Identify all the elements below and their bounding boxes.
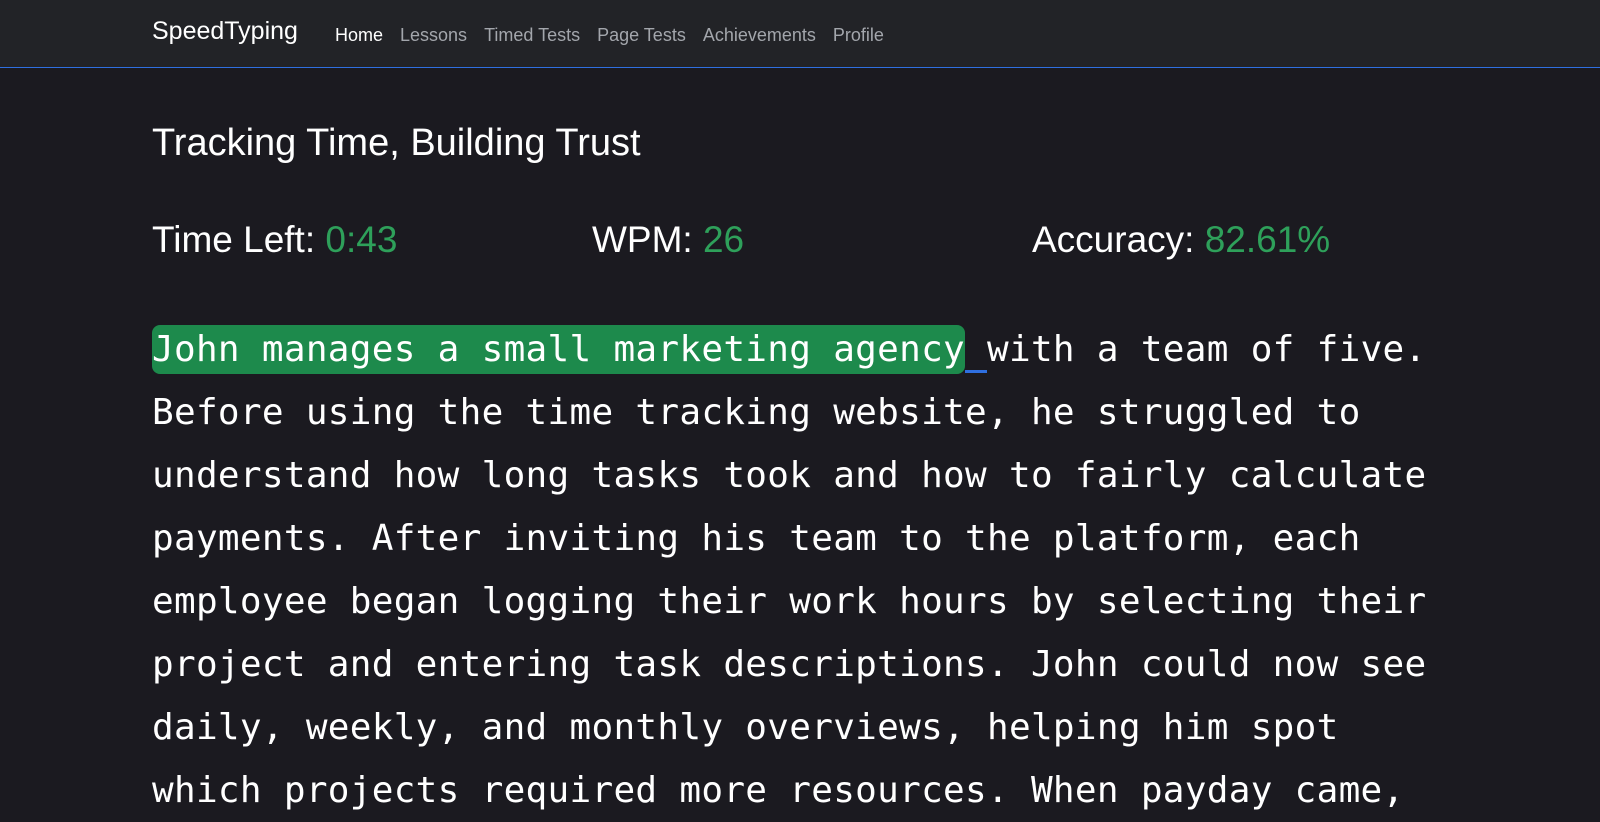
accuracy-value: 82.61% <box>1204 219 1331 260</box>
brand-logo[interactable]: SpeedTyping <box>152 14 298 48</box>
accuracy-stat: Accuracy: 82.61% <box>1032 214 1330 266</box>
typing-cursor <box>965 329 988 373</box>
time-left-stat: Time Left: 0:43 <box>152 214 397 266</box>
typing-passage[interactable]: John manages a small marketing agency wi… <box>152 318 1442 822</box>
wpm-value: 26 <box>702 219 745 260</box>
typed-text: John manages a small marketing agency <box>152 325 966 374</box>
nav-profile[interactable]: Profile <box>833 21 884 49</box>
nav-lessons[interactable]: Lessons <box>400 21 467 49</box>
nav-achievements[interactable]: Achievements <box>703 21 816 49</box>
time-left-label: Time Left: <box>152 219 326 260</box>
nav-links: Home Lessons Timed Tests Page Tests Achi… <box>335 21 901 49</box>
remaining-text: with a team of five. Before using the ti… <box>152 329 1427 811</box>
top-navbar: SpeedTyping Home Lessons Timed Tests Pag… <box>0 0 1600 68</box>
accuracy-label: Accuracy: <box>1032 219 1205 260</box>
wpm-stat: WPM: 26 <box>592 214 744 266</box>
test-title: Tracking Time, Building Trust <box>152 122 641 164</box>
nav-page-tests[interactable]: Page Tests <box>597 21 686 49</box>
nav-timed-tests[interactable]: Timed Tests <box>484 21 580 49</box>
time-left-value: 0:43 <box>325 219 398 260</box>
wpm-label: WPM: <box>592 219 703 260</box>
nav-home[interactable]: Home <box>335 21 383 49</box>
